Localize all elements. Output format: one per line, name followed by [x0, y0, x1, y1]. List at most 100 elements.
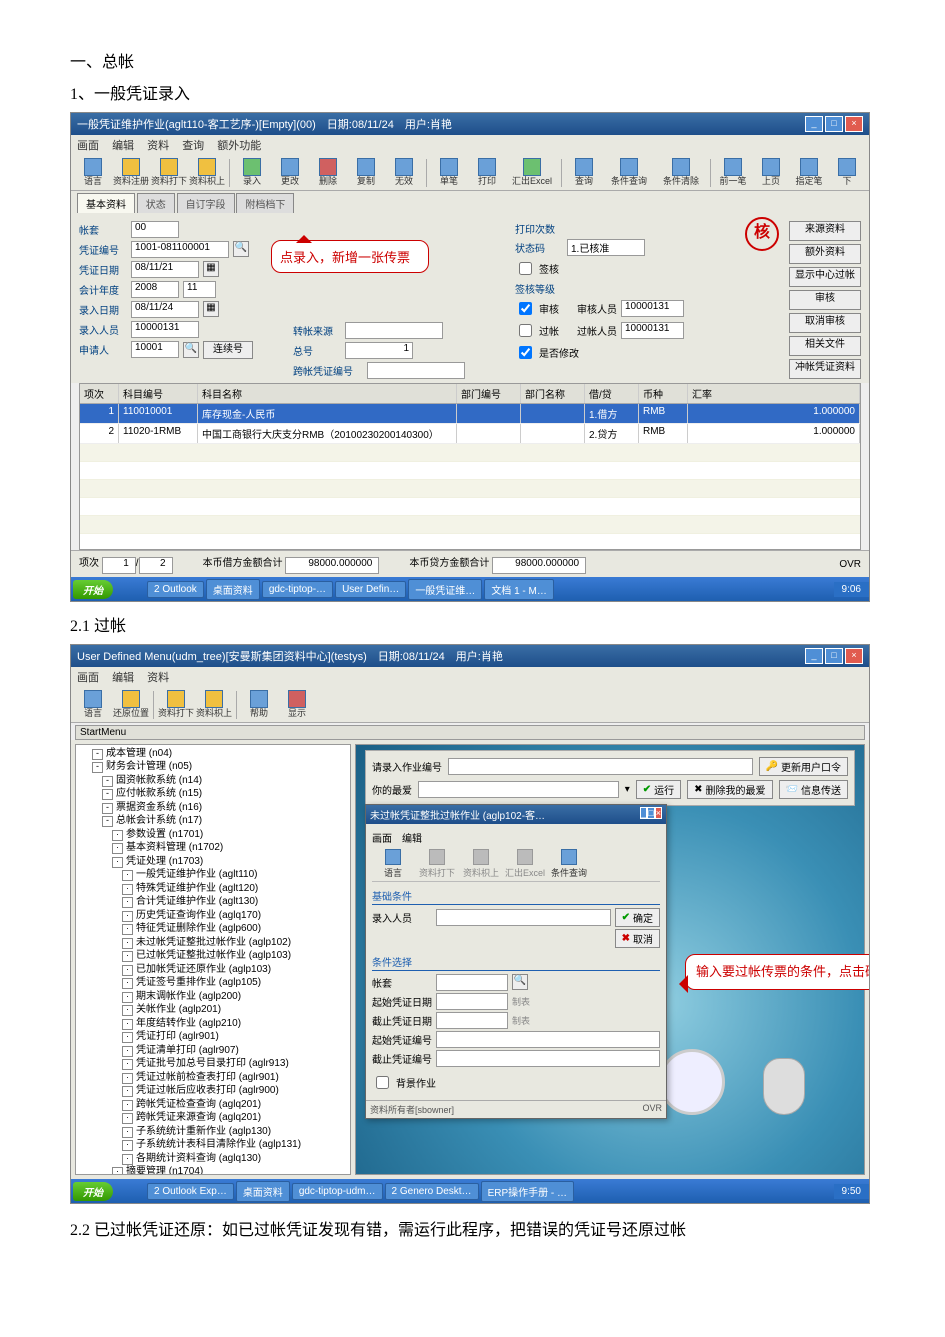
- task-item[interactable]: 一般凭证维…: [408, 579, 482, 600]
- tree-item[interactable]: -应付帐款系统 (n15): [92, 787, 348, 801]
- btn-files[interactable]: 相关文件: [789, 336, 861, 356]
- tree-item[interactable]: -总帐会计系统 (n17): [92, 814, 348, 828]
- start-button[interactable]: 开始: [73, 580, 113, 599]
- maximize-button[interactable]: □: [825, 116, 843, 132]
- tree-item[interactable]: ·一般凭证维护作业 (aglt110): [92, 868, 348, 882]
- input-startdate[interactable]: [436, 993, 508, 1010]
- btn-unapprove[interactable]: 取消审核: [789, 313, 861, 333]
- input-enddate[interactable]: [436, 1012, 508, 1029]
- tree-item[interactable]: ·凭证过帐后应收表打印 (aglr900): [92, 1084, 348, 1098]
- cancel-button[interactable]: ✖取消: [615, 929, 660, 948]
- ok-button[interactable]: ✔确定: [615, 908, 660, 927]
- lookup-icon[interactable]: 🔍: [233, 241, 249, 257]
- col-code[interactable]: 科目编号: [119, 384, 198, 403]
- tab-custom[interactable]: 自订字段: [177, 193, 235, 213]
- maximize-button[interactable]: □: [825, 648, 843, 664]
- tree-item[interactable]: ·子系统统计重新作业 (aglp130): [92, 1125, 348, 1139]
- dlg-tb-lang[interactable]: 语言: [372, 849, 414, 879]
- checkbox-bg[interactable]: [376, 1076, 389, 1089]
- sendmsg-button[interactable]: 📨 信息传送: [779, 780, 848, 799]
- menu-item[interactable]: 查询: [182, 140, 204, 152]
- input-year[interactable]: 2008: [131, 281, 179, 298]
- tb-insert[interactable]: 录入: [234, 158, 270, 187]
- checkbox-allowmod[interactable]: [519, 346, 532, 359]
- close-button[interactable]: ×: [845, 648, 863, 664]
- col-dc[interactable]: 借/贷: [585, 384, 639, 403]
- date-icon[interactable]: ▦: [203, 261, 219, 277]
- menu-item[interactable]: 资料: [147, 140, 169, 152]
- input-euser[interactable]: 10000131: [131, 321, 199, 338]
- tb-up[interactable]: 资料枳上: [196, 690, 232, 719]
- menu-item[interactable]: 资料: [147, 672, 169, 684]
- btn-extra[interactable]: 额外资料: [789, 244, 861, 264]
- input-vdate[interactable]: 08/11/21: [131, 261, 199, 278]
- input-book[interactable]: 00: [131, 221, 179, 238]
- tree-item[interactable]: ·年度结转作业 (aglp210): [92, 1017, 348, 1031]
- task-item[interactable]: gdc-tiptop-udm…: [292, 1183, 383, 1200]
- input-applicant[interactable]: 10001: [131, 341, 179, 358]
- tb-condquery[interactable]: 条件查询: [604, 158, 654, 187]
- tree-item[interactable]: -固资帐款系统 (n14): [92, 774, 348, 788]
- tb-show[interactable]: 显示: [279, 690, 315, 719]
- tab-basic[interactable]: 基本资料: [77, 193, 135, 213]
- tree-item[interactable]: ·凭证过帐前检查表打印 (aglr901): [92, 1071, 348, 1085]
- minimize-button[interactable]: _: [805, 648, 823, 664]
- dlg-menu[interactable]: 编辑: [402, 834, 422, 845]
- tree-item[interactable]: ·跨帐凭证检查查询 (aglq201): [92, 1098, 348, 1112]
- tb-prev[interactable]: 前一笔: [715, 158, 751, 187]
- refresh-button[interactable]: 🔑 更新用户口令: [759, 757, 848, 776]
- input-period[interactable]: 11: [183, 281, 216, 298]
- input-voucherno[interactable]: 1001-081100001: [131, 241, 229, 258]
- menu-tree[interactable]: -成本管理 (n04)-财务会计管理 (n05)-固资帐款系统 (n14)-应付…: [75, 744, 351, 1175]
- grid-row[interactable]: 1 110010001 库存现金-人民币 1.借方 RMB 1.000000: [80, 404, 860, 424]
- btn-showpost[interactable]: 显示中心过帐: [789, 267, 861, 287]
- input-startno[interactable]: [436, 1031, 660, 1048]
- tree-item[interactable]: ·未过帐凭证整批过帐作业 (aglp102): [92, 936, 348, 950]
- lookup-icon[interactable]: 🔍: [512, 974, 528, 990]
- btn-source[interactable]: 来源资料: [789, 221, 861, 241]
- tree-item[interactable]: ·参数设置 (n1701): [92, 828, 348, 842]
- tree-item[interactable]: ·特殊凭证维护作业 (aglt120): [92, 882, 348, 896]
- tb-next[interactable]: 下: [829, 158, 865, 187]
- grid-row[interactable]: 2 11020-1RMB 中国工商银行大庆支分RMB（2010023020014…: [80, 424, 860, 444]
- tree-item[interactable]: ·凭证批号加总号目录打印 (aglr913): [92, 1057, 348, 1071]
- input-fav[interactable]: [418, 781, 619, 798]
- dlg-max[interactable]: □: [647, 807, 654, 819]
- menu-item[interactable]: 画面: [77, 672, 99, 684]
- checkbox-sign[interactable]: [519, 262, 532, 275]
- tb-condclear[interactable]: 条件清除: [656, 158, 706, 187]
- task-item[interactable]: User Defin…: [335, 581, 406, 598]
- tree-item[interactable]: ·跨帐凭证来源查询 (aglq201): [92, 1111, 348, 1125]
- tb-help[interactable]: 帮助: [241, 690, 277, 719]
- col-name[interactable]: 科目名称: [198, 384, 457, 403]
- col-curr[interactable]: 币种: [639, 384, 688, 403]
- tab-attach[interactable]: 附档档下: [236, 193, 294, 213]
- tree-item[interactable]: -财务会计管理 (n05): [92, 760, 348, 774]
- tb-query[interactable]: 查询: [566, 158, 602, 187]
- run-button[interactable]: ✔运行: [636, 780, 681, 799]
- menu-item[interactable]: 编辑: [112, 672, 134, 684]
- task-item[interactable]: ERP操作手册 - …: [481, 1181, 574, 1202]
- tb-down[interactable]: 资料打下: [158, 690, 194, 719]
- delfav-button[interactable]: ✖ 删除我的最爱: [687, 780, 772, 799]
- lookup-icon[interactable]: 🔍: [183, 342, 199, 358]
- input-jobno[interactable]: [448, 758, 753, 775]
- checkbox-post[interactable]: [519, 324, 532, 337]
- tb-language[interactable]: 语言: [75, 690, 111, 719]
- tree-item[interactable]: ·凭证清单打印 (aglr907): [92, 1044, 348, 1058]
- tree-item[interactable]: ·凭证签号重排作业 (aglp105): [92, 976, 348, 990]
- task-item[interactable]: 文档 1 - M…: [484, 579, 554, 600]
- input-entryuser[interactable]: [436, 909, 611, 926]
- tb-reg[interactable]: 资料注册: [113, 158, 149, 187]
- date-icon[interactable]: ▦: [203, 301, 219, 317]
- tb-excel[interactable]: 汇出Excel: [507, 158, 557, 187]
- task-item[interactable]: 桌面资料: [236, 1181, 290, 1202]
- tb-print[interactable]: 打印: [469, 158, 505, 187]
- tb-delete[interactable]: 删除: [310, 158, 346, 187]
- tree-item[interactable]: ·关帐作业 (aglp201): [92, 1003, 348, 1017]
- tab-status[interactable]: 状态: [137, 193, 175, 213]
- tb-restore[interactable]: 还原位置: [113, 690, 149, 719]
- tb-down[interactable]: 资料打下: [151, 158, 187, 187]
- tree-item[interactable]: -成本管理 (n04): [92, 747, 348, 761]
- tb-void[interactable]: 无效: [386, 158, 422, 187]
